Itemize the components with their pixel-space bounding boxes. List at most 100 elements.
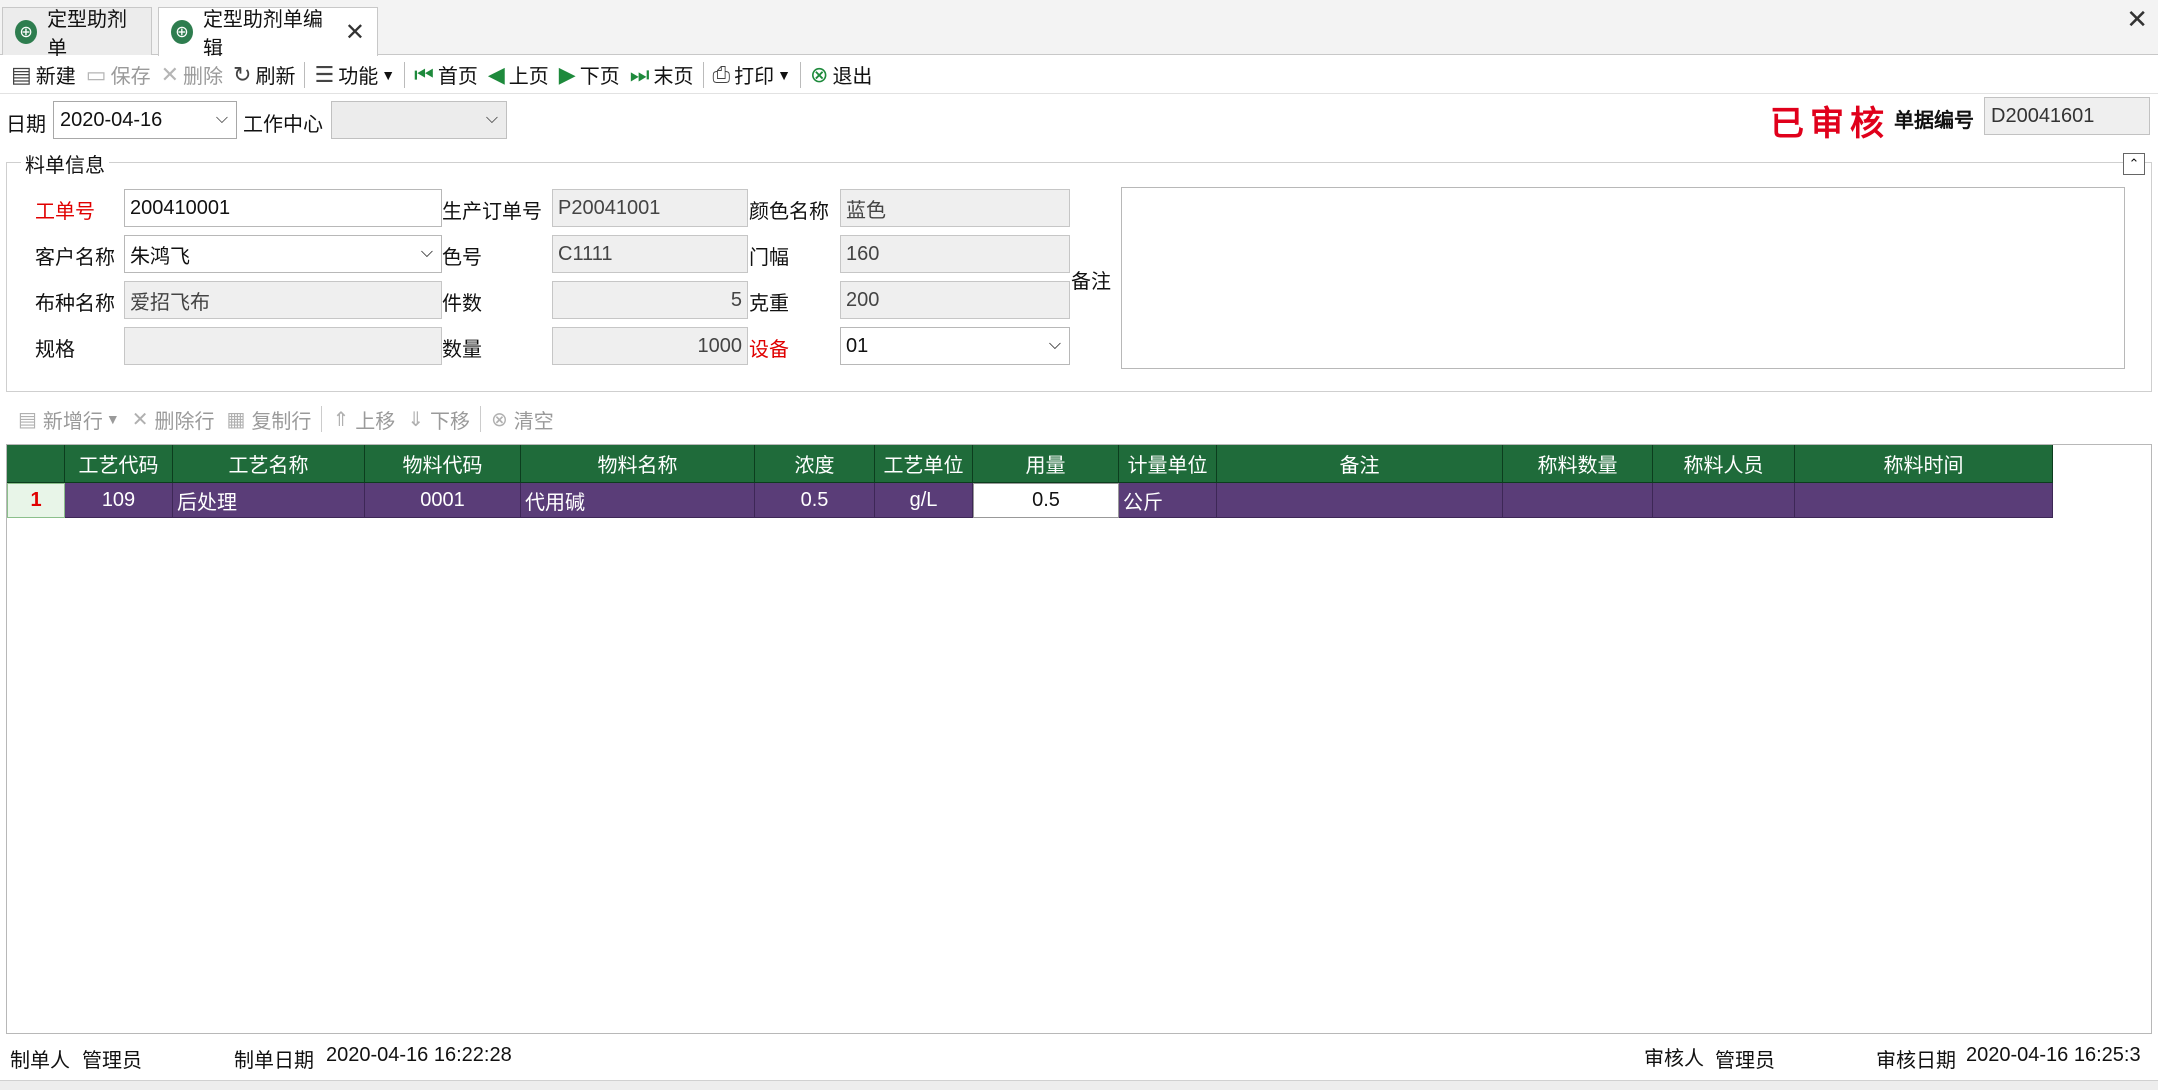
weight-field[interactable]: 200 (840, 281, 1070, 319)
move-up-button[interactable]: ⇑ 上移 (326, 405, 401, 434)
next-icon: ▶ (558, 61, 576, 87)
delete-row-button[interactable]: ✕ 删除行 (126, 405, 221, 434)
tab-order-edit[interactable]: ⊕ 定型助剂单编辑 ✕ (158, 7, 378, 60)
row-number[interactable]: 1 (7, 483, 65, 518)
col-header-concentration[interactable]: 浓度 (755, 445, 875, 483)
toolbar-divider (702, 61, 704, 88)
color-name-label: 颜色名称 (749, 201, 829, 223)
col-header-material-code[interactable]: 物料代码 (365, 445, 521, 483)
caret-down-icon: ▼ (777, 66, 791, 83)
cell-process-name[interactable]: 后处理 (173, 483, 365, 518)
save-button[interactable]: ▭ 保存 (81, 58, 156, 92)
move-down-button[interactable]: ⇓ 下移 (401, 405, 476, 434)
add-row-button[interactable]: ▤ 新增行 ▼ (12, 405, 126, 434)
device-select[interactable]: 01 ⌵ (840, 327, 1070, 365)
toolbar-divider (304, 61, 306, 88)
main-toolbar: ▤ 新建 ▭ 保存 ✕ 删除 ↻ 刷新 ☰ 功能 ▼ ⏮ 首页 ◀ 上页 ▶ 下页 ⏭ 末页 ⎙ 打印… (0, 56, 2158, 94)
toolbar-divider (321, 406, 323, 432)
tab-order-list[interactable]: ⊕ 定型助剂单 (2, 7, 152, 60)
prod-order-label: 生产订单号 (442, 201, 542, 223)
cell-process-unit[interactable]: g/L (875, 483, 973, 518)
prev-page-button[interactable]: ◀ 上页 (483, 58, 554, 92)
exit-button[interactable]: ⊗ 退出 (805, 58, 877, 92)
pieces-label: 件数 (442, 293, 482, 315)
refresh-icon: ↻ (233, 61, 252, 87)
make-date-label: 制单日期 (234, 1050, 314, 1072)
weight-label: 克重 (749, 293, 789, 315)
clear-button[interactable]: ⊗ 清空 (485, 405, 560, 434)
col-header-remark[interactable]: 备注 (1217, 445, 1503, 483)
chevron-down-icon[interactable]: ⌵ (216, 110, 228, 128)
material-grid: 工艺代码 工艺名称 物料代码 物料名称 浓度 工艺单位 用量 计量单位 备注 称… (6, 444, 2152, 1034)
width-field[interactable]: 160 (840, 235, 1070, 273)
print-button[interactable]: ⎙ 打印 ▼ (708, 58, 796, 92)
new-button[interactable]: ▤ 新建 (6, 58, 81, 92)
work-order-input[interactable]: 200410001 (124, 189, 442, 227)
printer-icon: ⎙ (712, 61, 731, 87)
copy-row-button[interactable]: ▦ 复制行 (221, 405, 318, 434)
globe-icon: ⊕ (15, 19, 38, 44)
cell-concentration[interactable]: 0.5 (755, 483, 875, 518)
document-icon: ▤ (11, 61, 32, 87)
work-center-select[interactable]: ⌵ (331, 101, 507, 139)
delete-button[interactable]: ✕ 删除 (156, 58, 228, 92)
status-strip (0, 1080, 2158, 1090)
col-header-weigh-time[interactable]: 称料时间 (1795, 445, 2053, 483)
last-page-button[interactable]: ⏭ 末页 (625, 58, 699, 92)
arrow-up-icon: ⇑ (332, 408, 350, 431)
doc-no-field[interactable]: D20041601 (1984, 97, 2150, 135)
table-row[interactable]: 1 109 后处理 0001 代用碱 0.5 g/L 0.5 公斤 (7, 483, 2053, 518)
window-close-icon[interactable]: ✕ (2126, 4, 2148, 35)
cell-weigh-person[interactable] (1653, 483, 1795, 518)
cell-dosage-editor[interactable]: 0.5 (973, 483, 1119, 518)
function-menu-button[interactable]: ☰ 功能 ▼ (309, 58, 400, 92)
color-name-field[interactable]: 蓝色 (840, 189, 1070, 227)
chevron-down-icon[interactable]: ⌵ (486, 110, 498, 128)
col-header-process-name[interactable]: 工艺名称 (173, 445, 365, 483)
chevron-down-icon[interactable]: ⌵ (1049, 336, 1061, 354)
col-header-weigh-qty[interactable]: 称料数量 (1503, 445, 1653, 483)
auditor-value: 管理员 (1715, 1050, 1775, 1072)
pieces-field[interactable]: 5 (552, 281, 748, 319)
color-no-field[interactable]: C1111 (552, 235, 748, 273)
cell-weigh-qty[interactable] (1503, 483, 1653, 518)
customer-label: 客户名称 (35, 247, 115, 269)
date-picker[interactable]: 2020-04-16 ⌵ (53, 101, 237, 139)
tab-bar: ⊕ 定型助剂单 ⊕ 定型助剂单编辑 ✕ ✕ (0, 0, 2158, 60)
first-page-button[interactable]: ⏮ 首页 (409, 58, 483, 92)
first-page-icon: ⏮ (414, 61, 434, 87)
cell-remark[interactable] (1217, 483, 1503, 518)
cell-material-code[interactable]: 0001 (365, 483, 521, 518)
col-header-process-code[interactable]: 工艺代码 (65, 445, 173, 483)
customer-select[interactable]: 朱鸿飞 ⌵ (124, 235, 442, 273)
close-icon[interactable]: ✕ (345, 18, 365, 47)
cell-material-name[interactable]: 代用碱 (521, 483, 755, 518)
refresh-button[interactable]: ↻ 刷新 (228, 58, 300, 92)
next-page-button[interactable]: ▶ 下页 (554, 58, 625, 92)
chevron-down-icon[interactable]: ⌵ (421, 244, 433, 262)
col-header-weigh-person[interactable]: 称料人员 (1653, 445, 1795, 483)
tab-label: 定型助剂单编辑 (202, 9, 323, 60)
col-header-dosage[interactable]: 用量 (973, 445, 1119, 483)
copy-icon: ▦ (226, 408, 246, 431)
fabric-field[interactable]: 爱招飞布 (124, 281, 442, 319)
row-header-corner (7, 445, 65, 483)
prev-icon: ◀ (487, 61, 505, 87)
remark-textarea[interactable] (1121, 187, 2125, 369)
grid-header: 工艺代码 工艺名称 物料代码 物料名称 浓度 工艺单位 用量 计量单位 备注 称… (7, 445, 2053, 483)
device-label: 设备 (749, 339, 789, 361)
cell-weigh-time[interactable] (1795, 483, 2053, 518)
spec-field[interactable] (124, 327, 442, 365)
group-title: 料单信息 (21, 149, 109, 178)
col-header-material-name[interactable]: 物料名称 (521, 445, 755, 483)
doc-no-label: 单据编号 (1894, 110, 1974, 132)
cell-measure-unit[interactable]: 公斤 (1119, 483, 1217, 518)
col-header-measure-unit[interactable]: 计量单位 (1119, 445, 1217, 483)
collapse-icon[interactable]: ⌃ (2123, 153, 2145, 175)
col-header-process-unit[interactable]: 工艺单位 (875, 445, 973, 483)
qty-field[interactable]: 1000 (552, 327, 748, 365)
prod-order-field[interactable]: P20041001 (552, 189, 748, 227)
audit-date-label: 审核日期 (1876, 1050, 1956, 1072)
cell-process-code[interactable]: 109 (65, 483, 173, 518)
order-info-group: 料单信息 ⌃ 工单号 200410001 生产订单号 P20041001 颜色名… (6, 149, 2152, 392)
